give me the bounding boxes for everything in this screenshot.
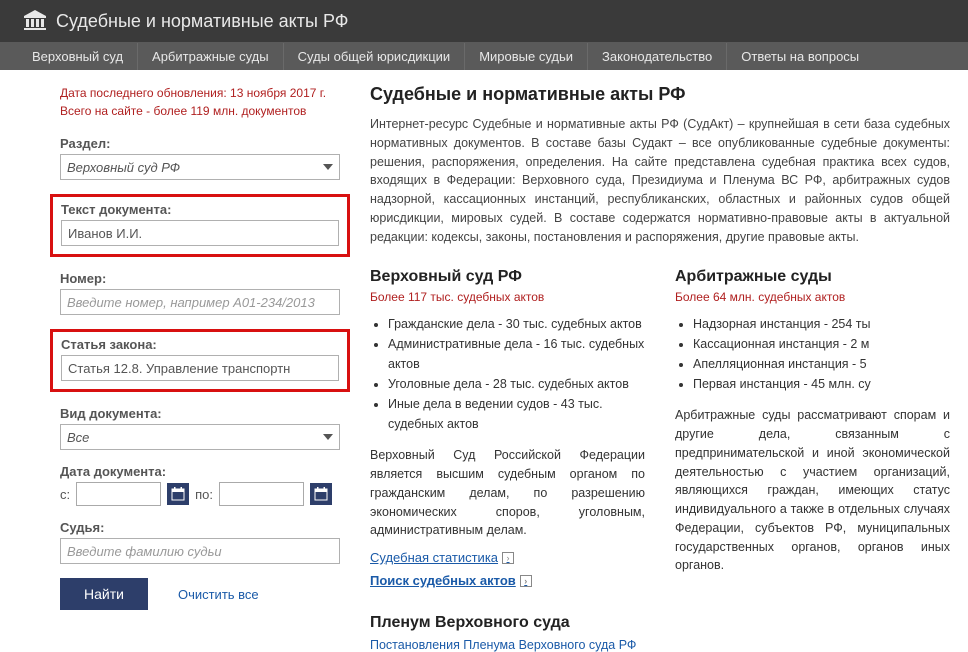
- number-group: Номер:: [60, 271, 340, 315]
- section-group: Раздел: Верховный суд РФ: [60, 136, 340, 180]
- number-input[interactable]: [60, 289, 340, 315]
- update-count: Всего на сайте - более 119 млн. документ…: [60, 102, 340, 120]
- col-arbitration: Арбитражные суды Более 64 млн. судебных …: [675, 268, 950, 652]
- col2-title: Арбитражные суды: [675, 268, 950, 286]
- list-item: Гражданские дела - 30 тыс. судебных акто…: [388, 314, 645, 334]
- date-from-input[interactable]: [76, 482, 161, 506]
- date-from-label: с:: [60, 487, 70, 502]
- main-nav: Верховный суд Арбитражные суды Суды обще…: [0, 42, 968, 70]
- search-button[interactable]: Найти: [60, 578, 148, 610]
- update-info: Дата последнего обновления: 13 ноября 20…: [60, 84, 340, 120]
- type-group: Вид документа: Все: [60, 406, 340, 450]
- col2-paragraph: Арбитражные суды рассматривают спорам и …: [675, 406, 950, 575]
- plenum-link[interactable]: Постановления Пленума Верховного суда РФ: [370, 638, 645, 652]
- arrow-icon: ›: [520, 575, 532, 587]
- col1-sub: Более 117 тыс. судебных актов: [370, 290, 645, 304]
- list-item: Кассационная инстанция - 2 м: [693, 334, 950, 354]
- search-sidebar: Дата последнего обновления: 13 ноября 20…: [60, 84, 340, 652]
- stats-link[interactable]: Судебная статистика›: [370, 550, 514, 565]
- clear-link[interactable]: Очистить все: [178, 587, 259, 602]
- nav-arbitration[interactable]: Арбитражные суды: [138, 43, 284, 70]
- main-content: Судебные и нормативные акты РФ Интернет-…: [370, 84, 950, 652]
- arrow-icon: ›: [502, 552, 514, 564]
- date-group: Дата документа: с: по:: [60, 464, 340, 506]
- list-item: Первая инстанция - 45 млн. су: [693, 374, 950, 394]
- section-label: Раздел:: [60, 136, 340, 151]
- text-input[interactable]: [61, 220, 339, 246]
- text-label: Текст документа:: [61, 202, 339, 217]
- page-description: Интернет-ресурс Судебные и нормативные а…: [370, 115, 950, 246]
- section-select[interactable]: Верховный суд РФ: [60, 154, 340, 180]
- col2-sub: Более 64 млн. судебных актов: [675, 290, 950, 304]
- type-select[interactable]: Все: [60, 424, 340, 450]
- bank-icon: [24, 10, 46, 33]
- list-item: Административные дела - 16 тыс. судебных…: [388, 334, 645, 374]
- nav-supreme[interactable]: Верховный суд: [18, 43, 138, 70]
- date-to-input[interactable]: [219, 482, 304, 506]
- plenum-title: Пленум Верховного суда: [370, 614, 645, 632]
- judge-group: Судья:: [60, 520, 340, 564]
- law-input[interactable]: [61, 355, 339, 381]
- nav-magistrate[interactable]: Мировые судьи: [465, 43, 588, 70]
- col1-paragraph: Верховный Суд Российской Федерации являе…: [370, 446, 645, 540]
- law-group: Статья закона:: [50, 329, 350, 392]
- col2-list: Надзорная инстанция - 254 ты Кассационна…: [675, 314, 950, 394]
- judge-label: Судья:: [60, 520, 340, 535]
- button-row: Найти Очистить все: [60, 578, 340, 610]
- law-label: Статья закона:: [61, 337, 339, 352]
- list-item: Апелляционная инстанция - 5: [693, 354, 950, 374]
- calendar-icon-to[interactable]: [310, 483, 332, 505]
- list-item: Уголовные дела - 28 тыс. судебных актов: [388, 374, 645, 394]
- calendar-icon-from[interactable]: [167, 483, 189, 505]
- search-acts-link[interactable]: Поиск судебных актов›: [370, 573, 532, 588]
- number-label: Номер:: [60, 271, 340, 286]
- page-title: Судебные и нормативные акты РФ: [370, 84, 950, 105]
- date-to-label: по:: [195, 487, 213, 502]
- nav-legislation[interactable]: Законодательство: [588, 43, 727, 70]
- judge-input[interactable]: [60, 538, 340, 564]
- col1-title: Верховный суд РФ: [370, 268, 645, 286]
- nav-general[interactable]: Суды общей юрисдикции: [284, 43, 466, 70]
- header-title: Судебные и нормативные акты РФ: [56, 11, 348, 32]
- app-header: Судебные и нормативные акты РФ: [0, 0, 968, 42]
- text-group: Текст документа:: [50, 194, 350, 257]
- col1-list: Гражданские дела - 30 тыс. судебных акто…: [370, 314, 645, 434]
- list-item: Надзорная инстанция - 254 ты: [693, 314, 950, 334]
- col-supreme: Верховный суд РФ Более 117 тыс. судебных…: [370, 268, 645, 652]
- nav-faq[interactable]: Ответы на вопросы: [727, 43, 873, 70]
- list-item: Иные дела в ведении судов - 43 тыс. суде…: [388, 394, 645, 434]
- type-label: Вид документа:: [60, 406, 340, 421]
- date-label: Дата документа:: [60, 464, 340, 479]
- update-date: Дата последнего обновления: 13 ноября 20…: [60, 84, 340, 102]
